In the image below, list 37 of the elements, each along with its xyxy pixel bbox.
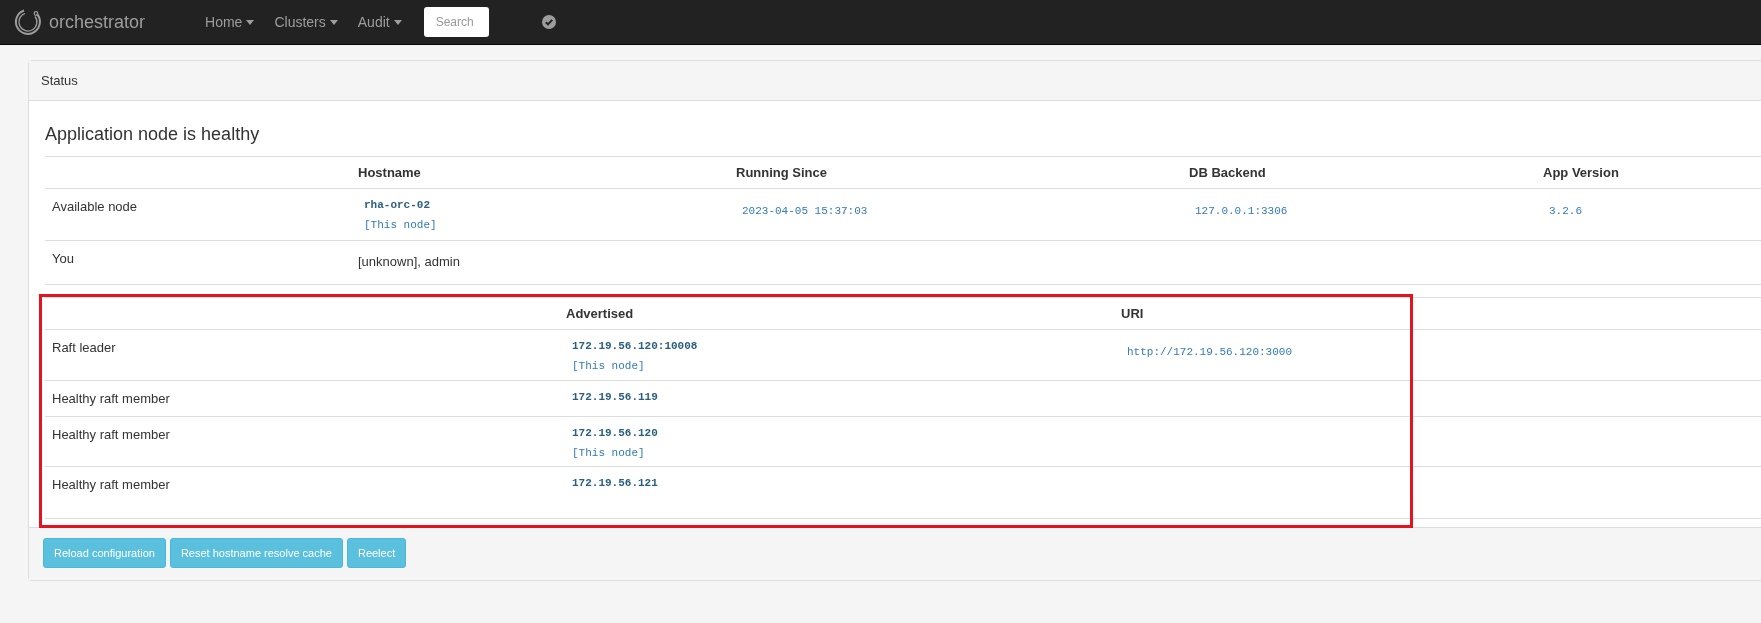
ring-logo-icon — [13, 7, 43, 37]
row-label: Healthy raft member — [51, 426, 171, 444]
hostname-text: rha-orc-02 — [364, 198, 431, 213]
this-node-link[interactable]: [This node] — [572, 357, 1109, 374]
value-link[interactable]: 2023-04-05 15:37:03 — [736, 205, 868, 217]
row-label: Healthy raft member — [51, 390, 171, 408]
nav-menu[interactable]: Clusters — [274, 11, 338, 33]
column-header: Advertised — [565, 304, 635, 323]
nav-menu[interactable]: Audit — [357, 11, 402, 33]
column-header: App Version — [1542, 163, 1620, 182]
hostname-text: 172.19.56.120:10008 — [572, 339, 699, 354]
row-label: You — [51, 250, 75, 268]
value-link[interactable]: 3.2.6 — [1543, 205, 1582, 217]
column-header: Hostname — [357, 163, 422, 182]
column-header: URI — [1120, 304, 1145, 323]
nav-menu[interactable]: Home — [205, 11, 255, 33]
health-heading: Application node is healthy — [45, 123, 261, 146]
caret-icon — [393, 19, 402, 25]
this-node-link[interactable]: [This node] — [364, 216, 724, 233]
search-field[interactable]: Search — [423, 7, 489, 37]
caret-icon — [329, 19, 338, 25]
column-header: DB Backend — [1188, 163, 1267, 182]
hostname-text: 172.19.56.119 — [572, 390, 659, 405]
panel-title: Status — [41, 71, 78, 90]
brand-link[interactable]: orchestrator — [49, 8, 146, 36]
table-cell: [unknown], admin — [358, 254, 460, 269]
row-label: Healthy raft member — [51, 476, 171, 494]
row-label: Raft leader — [51, 339, 117, 357]
value-link[interactable]: 127.0.0.1:3306 — [1189, 205, 1288, 217]
row-label: Available node — [51, 198, 139, 216]
column-header: Running Since — [735, 163, 828, 182]
value-link[interactable]: http://172.19.56.120:3000 — [1121, 346, 1293, 358]
caret-icon — [246, 19, 255, 25]
this-node-link[interactable]: [This node] — [572, 444, 1109, 461]
check-circle-icon[interactable] — [541, 15, 556, 29]
hostname-text: 172.19.56.121 — [572, 476, 659, 491]
hostname-text: 172.19.56.120 — [572, 426, 659, 441]
